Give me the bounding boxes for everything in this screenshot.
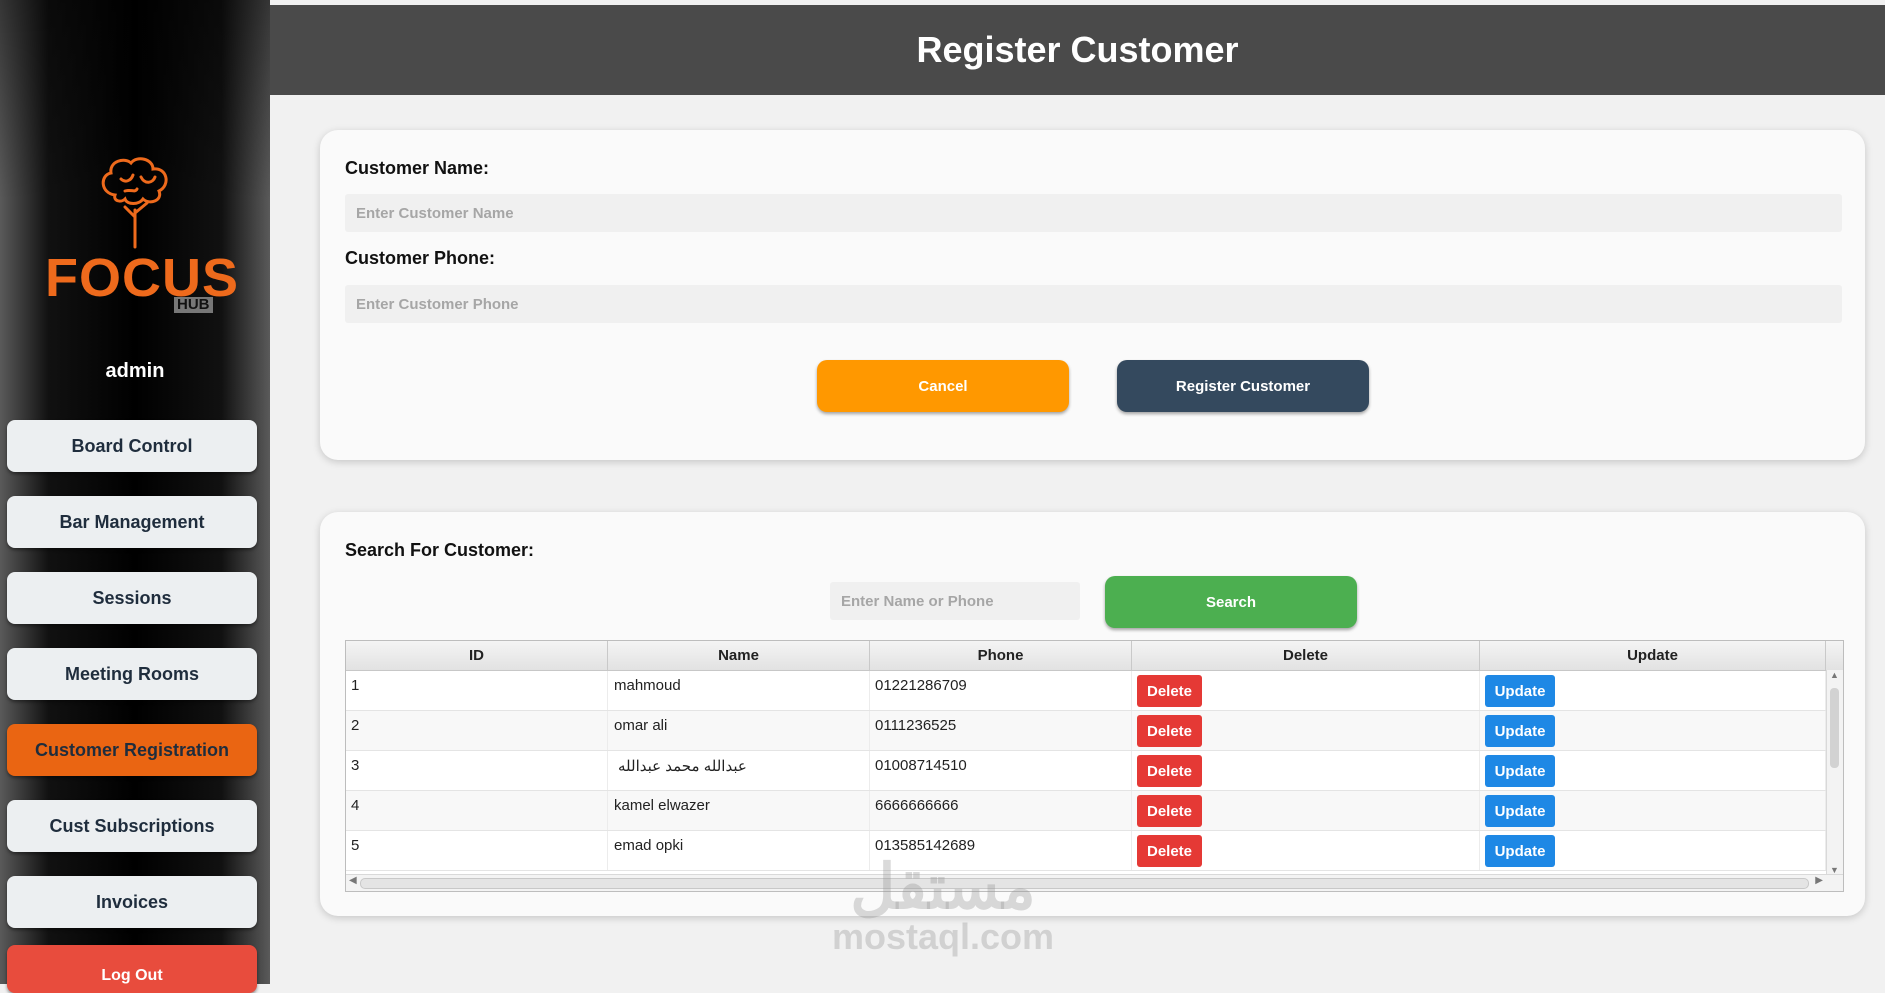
table-row[interactable]: 5 emad opki 013585142689 Delete Update bbox=[346, 831, 1843, 871]
nav-sessions[interactable]: Sessions bbox=[7, 572, 257, 624]
column-header-name[interactable]: Name bbox=[608, 641, 870, 670]
horizontal-scrollbar[interactable]: ◀ ▶ bbox=[346, 874, 1843, 891]
cell-delete: Delete bbox=[1132, 831, 1480, 870]
customer-phone-label: Customer Phone: bbox=[345, 248, 496, 268]
logout-button[interactable]: Log Out bbox=[7, 945, 257, 993]
cell-id: 3 bbox=[346, 751, 608, 790]
cell-id: 1 bbox=[346, 671, 608, 710]
table-row[interactable]: 4 kamel elwazer 6666666666 Delete Update bbox=[346, 791, 1843, 831]
column-header-phone[interactable]: Phone bbox=[870, 641, 1132, 670]
column-header-update[interactable]: Update bbox=[1480, 641, 1826, 670]
customer-search-panel: Search For Customer: Search ID Name Phon… bbox=[320, 512, 1865, 916]
cell-phone: 01008714510 bbox=[870, 751, 1132, 790]
delete-button[interactable]: Delete bbox=[1137, 795, 1202, 827]
delete-button[interactable]: Delete bbox=[1137, 755, 1202, 787]
table-row[interactable]: 2 omar ali 0111236525 Delete Update bbox=[346, 711, 1843, 751]
column-header-delete[interactable]: Delete bbox=[1132, 641, 1480, 670]
customer-name-label: Customer Name: bbox=[345, 158, 490, 178]
brain-tree-icon bbox=[101, 157, 168, 249]
column-header-id[interactable]: ID bbox=[346, 641, 608, 670]
search-input[interactable] bbox=[830, 582, 1080, 620]
cell-delete: Delete bbox=[1132, 751, 1480, 790]
table-header: ID Name Phone Delete Update bbox=[346, 641, 1843, 671]
nav-bar-management[interactable]: Bar Management bbox=[7, 496, 257, 548]
register-customer-button[interactable]: Register Customer bbox=[1117, 360, 1369, 412]
page-header: Register Customer bbox=[270, 5, 1885, 95]
cell-id: 2 bbox=[346, 711, 608, 750]
search-button[interactable]: Search bbox=[1105, 576, 1357, 628]
nav-invoices[interactable]: Invoices bbox=[7, 876, 257, 928]
update-button[interactable]: Update bbox=[1485, 795, 1555, 827]
register-customer-form: Customer Name: Customer Phone: Cancel Re… bbox=[320, 130, 1865, 460]
cell-delete: Delete bbox=[1132, 711, 1480, 750]
cell-delete: Delete bbox=[1132, 671, 1480, 710]
nav-meeting-rooms[interactable]: Meeting Rooms bbox=[7, 648, 257, 700]
cell-update: Update bbox=[1480, 671, 1826, 710]
logo-subtitle: HUB bbox=[174, 297, 213, 313]
table-row[interactable]: 1 mahmoud 01221286709 Delete Update bbox=[346, 671, 1843, 711]
current-user-name: admin bbox=[105, 360, 165, 382]
customers-table: ID Name Phone Delete Update 1 mahmoud 01… bbox=[345, 640, 1844, 892]
cell-name: kamel elwazer bbox=[608, 791, 870, 830]
cell-update: Update bbox=[1480, 791, 1826, 830]
cell-name-text: عبدالله محمد عبدالله bbox=[618, 758, 747, 775]
nav-customer-registration[interactable]: Customer Registration bbox=[7, 724, 257, 776]
delete-button[interactable]: Delete bbox=[1137, 675, 1202, 707]
cell-id: 4 bbox=[346, 791, 608, 830]
cell-phone: 0111236525 bbox=[870, 711, 1132, 750]
update-button[interactable]: Update bbox=[1485, 755, 1555, 787]
cell-name: mahmoud bbox=[608, 671, 870, 710]
focus-hub-logo: FOCUS HUB bbox=[40, 155, 238, 315]
vertical-scrollbar[interactable]: ▲ ▼ bbox=[1826, 670, 1843, 875]
table-body: 1 mahmoud 01221286709 Delete Update 2 om… bbox=[346, 671, 1843, 871]
mostaql-watermark: مستقل mostaql.com bbox=[828, 853, 1058, 957]
cell-name: omar ali bbox=[608, 711, 870, 750]
customer-name-input[interactable] bbox=[345, 194, 1842, 232]
table-row[interactable]: 3 عبدالله محمد عبدالله 01008714510 Delet… bbox=[346, 751, 1843, 791]
cell-phone: 6666666666 bbox=[870, 791, 1132, 830]
header-scroll-spacer bbox=[1826, 641, 1843, 670]
scroll-left-arrow-icon[interactable]: ◀ bbox=[349, 875, 357, 886]
horizontal-scroll-thumb[interactable] bbox=[360, 878, 1809, 889]
search-label: Search For Customer: bbox=[345, 540, 535, 560]
cell-phone: 01221286709 bbox=[870, 671, 1132, 710]
update-button[interactable]: Update bbox=[1485, 715, 1555, 747]
vertical-scroll-thumb[interactable] bbox=[1830, 688, 1839, 768]
sidebar: FOCUS HUB admin Board Control Bar Manage… bbox=[0, 0, 270, 993]
cell-name: عبدالله محمد عبدالله bbox=[608, 751, 870, 790]
delete-button[interactable]: Delete bbox=[1137, 835, 1202, 867]
update-button[interactable]: Update bbox=[1485, 675, 1555, 707]
cell-id: 5 bbox=[346, 831, 608, 870]
delete-button[interactable]: Delete bbox=[1137, 715, 1202, 747]
cell-update: Update bbox=[1480, 711, 1826, 750]
cell-delete: Delete bbox=[1132, 791, 1480, 830]
cell-update: Update bbox=[1480, 751, 1826, 790]
watermark-latin: mostaql.com bbox=[831, 916, 1055, 957]
scroll-up-arrow-icon[interactable]: ▲ bbox=[1830, 670, 1839, 680]
nav-cust-subscriptions[interactable]: Cust Subscriptions bbox=[7, 800, 257, 852]
nav-board-control[interactable]: Board Control bbox=[7, 420, 257, 472]
customer-phone-input[interactable] bbox=[345, 285, 1842, 323]
cancel-button[interactable]: Cancel bbox=[817, 360, 1069, 412]
page-title: Register Customer bbox=[916, 29, 1239, 70]
scroll-right-arrow-icon[interactable]: ▶ bbox=[1815, 875, 1823, 886]
cell-update: Update bbox=[1480, 831, 1826, 870]
watermark-arabic: مستقل bbox=[850, 853, 1036, 922]
update-button[interactable]: Update bbox=[1485, 835, 1555, 867]
